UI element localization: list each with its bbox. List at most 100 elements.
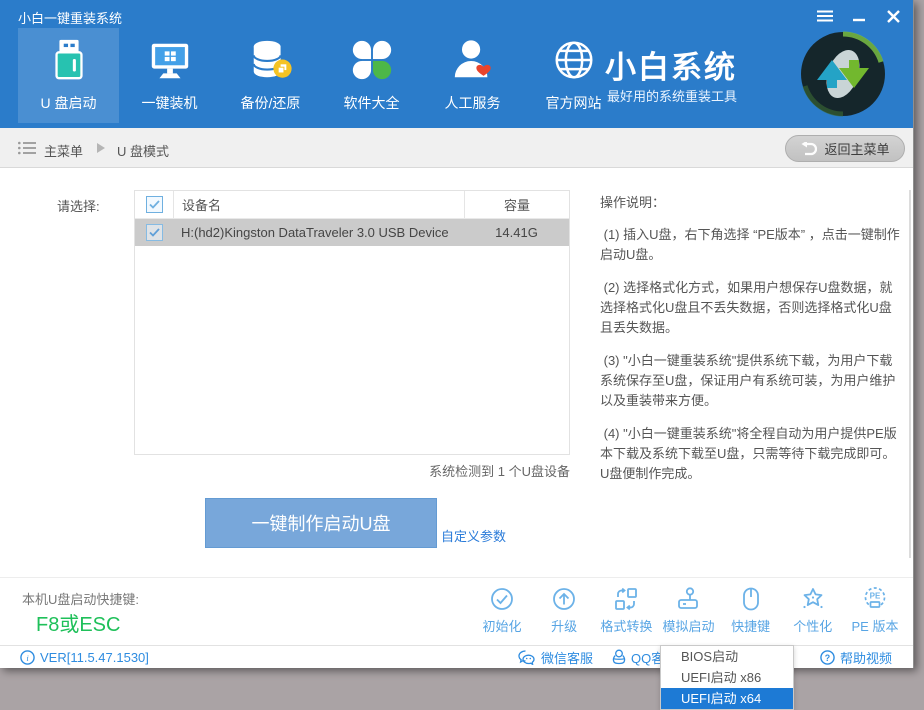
check-circle-icon	[489, 586, 515, 612]
tool-upgrade[interactable]: 升级	[538, 586, 590, 635]
close-icon[interactable]	[883, 6, 903, 26]
tool-pe-version[interactable]: PE PE 版本	[849, 586, 901, 635]
nav-label: U 盘启动	[41, 93, 97, 113]
app-window: 小白一键重装系统	[0, 0, 914, 668]
version-text: VER[11.5.47.1530]	[40, 650, 149, 665]
tool-label: 个性化	[793, 616, 832, 635]
help-video-link[interactable]: ? 帮助视频	[820, 646, 892, 668]
menu-list-icon	[18, 141, 36, 155]
nav-one-key-install[interactable]: 一键装机	[119, 28, 220, 123]
usb-drive-icon	[44, 35, 94, 85]
human-service-icon	[448, 35, 498, 85]
monitor-install-icon	[145, 35, 195, 85]
tool-label: 初始化	[482, 616, 521, 635]
capacity-header: 容量	[464, 191, 569, 218]
backup-restore-icon	[246, 35, 296, 85]
tool-label: 快捷键	[731, 616, 770, 635]
svg-text:?: ?	[825, 652, 830, 662]
instructions-panel: 操作说明： (1) 插入U盘，右下角选择 “PE版本” ，点击一键制作启动U盘。…	[600, 192, 902, 497]
tool-simulate-boot[interactable]: 模拟启动	[662, 586, 714, 635]
boot-mode-popup-menu: BIOS启动 UEFI启动 x86 UEFI启动 x64	[660, 645, 794, 710]
version-info: i VER[11.5.47.1530]	[20, 646, 149, 668]
nav-human-service[interactable]: 人工服务	[422, 28, 523, 123]
tool-buttons: 初始化 升级 格式转换 模拟启动 快捷键	[476, 586, 901, 635]
tool-personalize[interactable]: 个性化	[787, 586, 839, 635]
make-boot-usb-button-label: 一键制作启动U盘	[252, 510, 391, 536]
brand-logo-icon	[799, 30, 887, 118]
wechat-icon	[518, 650, 536, 665]
panel-scrollbar[interactable]	[909, 190, 911, 558]
software-collection-icon	[347, 35, 397, 85]
main-content: 请选择: 设备名 容量	[0, 168, 913, 577]
instruction-step: (4) "小白一键重装系统"将全程自动为用户提供PE版本下载及系统下载至U盘，只…	[600, 424, 902, 484]
star-badge-icon	[800, 586, 826, 612]
nav-backup-restore[interactable]: 备份/还原	[220, 28, 321, 123]
help-label: 帮助视频	[840, 648, 892, 667]
menu-icon[interactable]	[815, 6, 835, 26]
popup-item-bios[interactable]: BIOS启动	[661, 646, 793, 667]
device-name-cell: H:(hd2)Kingston DataTraveler 3.0 USB Dev…	[173, 219, 464, 246]
tool-label: 格式转换	[600, 616, 652, 635]
device-name-header: 设备名	[173, 191, 464, 218]
pe-version-icon: PE	[862, 586, 888, 612]
tool-initialize[interactable]: 初始化	[476, 586, 528, 635]
select-all-checkbox[interactable]	[146, 196, 163, 213]
select-prompt-label: 请选择:	[57, 196, 100, 215]
wechat-label: 微信客服	[541, 648, 593, 667]
wechat-support-link[interactable]: 微信客服	[518, 646, 593, 668]
nav-label: 官方网站	[546, 93, 602, 113]
breadcrumb-arrow-icon	[97, 143, 105, 153]
official-website-icon	[549, 35, 599, 85]
brand-area: 小白系统 最好用的系统重装工具	[605, 30, 895, 125]
back-arrow-icon	[800, 142, 817, 156]
tool-label: PE 版本	[851, 616, 898, 635]
nav-software-collection[interactable]: 软件大全	[321, 28, 422, 123]
window-title: 小白一键重装系统	[18, 8, 122, 27]
help-icon: ?	[820, 650, 835, 665]
breadcrumb-root[interactable]: 主菜单	[44, 141, 83, 160]
custom-params-link[interactable]: 自定义参数	[441, 526, 506, 545]
svg-text:PE: PE	[870, 592, 881, 601]
row-checkbox[interactable]	[146, 224, 163, 241]
format-convert-icon	[613, 586, 639, 612]
instruction-step: (1) 插入U盘，右下角选择 “PE版本” ，点击一键制作启动U盘。	[600, 225, 902, 265]
upgrade-arrow-icon	[551, 586, 577, 612]
instruction-step: (2) 选择格式化方式，如果用户想保存U盘数据，就选择格式化U盘且不丢失数据，否…	[600, 278, 902, 338]
tool-shortcut-keys[interactable]: 快捷键	[725, 586, 777, 635]
desktop-background: 小白一键重装系统	[0, 0, 924, 710]
tool-label: 升级	[551, 616, 577, 635]
mouse-icon	[738, 586, 764, 612]
bottom-toolbar: 本机U盘启动快捷键: F8或ESC 初始化 升级 格式转换 模拟启动	[0, 577, 913, 645]
nav-usb-boot[interactable]: U 盘启动	[18, 28, 119, 123]
info-icon: i	[20, 650, 35, 665]
joystick-icon	[675, 586, 701, 612]
popup-item-uefi-x64[interactable]: UEFI启动 x64	[661, 688, 793, 709]
table-header-row: 设备名 容量	[135, 191, 569, 219]
breadcrumb-bar: 主菜单 U 盘模式 返回主菜单	[0, 128, 913, 168]
tool-label: 模拟启动	[662, 616, 714, 635]
instruction-step: (3) "小白一键重装系统"提供系统下载，为用户下载系统保存至U盘，保证用户有系…	[600, 351, 902, 411]
nav-label: 一键装机	[142, 93, 198, 113]
main-navigation: U 盘启动	[18, 28, 624, 123]
brand-tagline: 最好用的系统重装工具	[607, 86, 737, 105]
detect-status-text: 系统检测到 1 个U盘设备	[134, 461, 570, 480]
brand-name: 小白系统	[605, 42, 737, 87]
breadcrumb-current: U 盘模式	[117, 141, 169, 160]
app-header: 小白一键重装系统	[0, 0, 913, 128]
nav-label: 人工服务	[445, 93, 501, 113]
tool-format-convert[interactable]: 格式转换	[600, 586, 652, 635]
capacity-cell: 14.41G	[464, 219, 569, 246]
nav-label: 软件大全	[344, 93, 400, 113]
back-to-main-menu-button[interactable]: 返回主菜单	[785, 135, 905, 162]
table-row[interactable]: H:(hd2)Kingston DataTraveler 3.0 USB Dev…	[135, 219, 569, 246]
back-button-label: 返回主菜单	[824, 139, 889, 158]
window-controls	[815, 6, 903, 26]
usb-device-table: 设备名 容量 H:(hd2)Kingston DataTraveler 3.0 …	[134, 190, 570, 455]
instructions-title: 操作说明：	[600, 192, 902, 211]
nav-label: 备份/还原	[241, 93, 301, 113]
shortcut-key-label: 本机U盘启动快捷键:	[22, 589, 139, 608]
minimize-icon[interactable]	[849, 6, 869, 26]
popup-item-uefi-x86[interactable]: UEFI启动 x86	[661, 667, 793, 688]
svg-text:i: i	[26, 652, 29, 662]
make-boot-usb-button[interactable]: 一键制作启动U盘	[205, 498, 437, 548]
